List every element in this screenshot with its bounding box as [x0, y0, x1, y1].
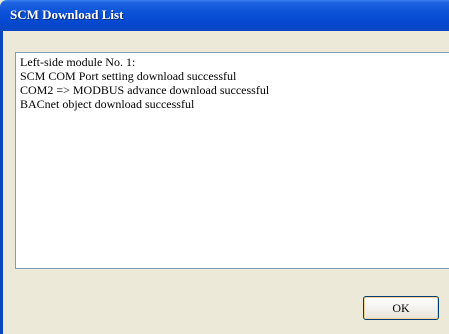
ok-button[interactable]: OK [363, 296, 439, 320]
log-line: COM2 => MODBUS advance download successf… [20, 83, 270, 97]
log-line: Left-side module No. 1: [20, 55, 136, 69]
scm-download-list-dialog: SCM Download List Left-side module No. 1… [0, 0, 449, 334]
download-log-textarea[interactable]: Left-side module No. 1: SCM COM Port set… [15, 52, 449, 269]
log-line: BACnet object download successful [20, 97, 195, 111]
window-title: SCM Download List [10, 7, 124, 22]
window-frame-left [0, 31, 3, 334]
log-line: SCM COM Port setting download successful [20, 69, 237, 83]
title-bar[interactable]: SCM Download List [0, 0, 449, 31]
